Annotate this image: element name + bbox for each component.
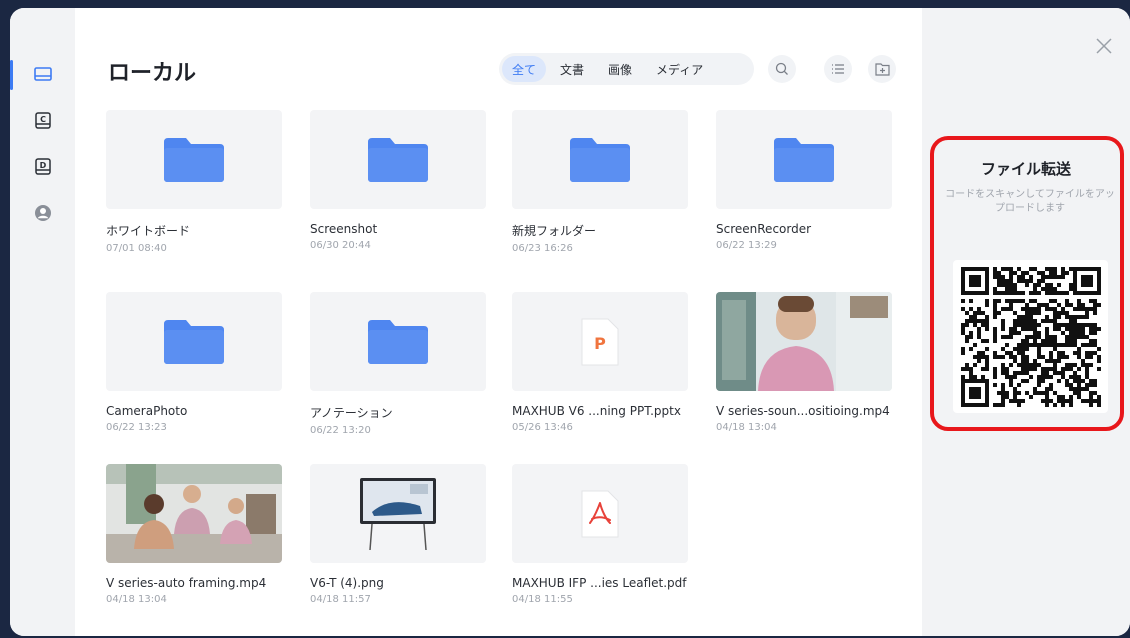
- folder-icon: [164, 319, 224, 364]
- svg-text:D: D: [39, 161, 46, 170]
- folder-icon: [368, 319, 428, 364]
- file-name: V6-T (4).png: [310, 576, 384, 590]
- pptx-file-icon: P: [581, 318, 619, 365]
- file-date: 06/22 13:20: [310, 425, 371, 436]
- file-name: MAXHUB V6 ...ning PPT.pptx: [512, 404, 681, 418]
- file-date: 04/18 11:55: [512, 594, 573, 605]
- sidebar-item-account[interactable]: [10, 190, 75, 236]
- drive-c-icon: C: [34, 112, 51, 129]
- file-card[interactable]: 新規フォルダー 06/23 16:26: [512, 110, 688, 254]
- file-card[interactable]: V series-auto framing.mp4 04/18 13:04: [106, 464, 282, 605]
- file-card[interactable]: ホワイトボード 07/01 08:40: [106, 110, 282, 254]
- folder-icon: [570, 137, 630, 182]
- file-name: ホワイトボード: [106, 224, 191, 238]
- main-content: ローカル 全て 文書 画像 メディア ホワイトボード 07/01 08:40 S…: [75, 8, 977, 636]
- user-icon: [34, 205, 51, 221]
- file-date: 04/18 13:04: [716, 422, 777, 433]
- file-thumbnail: [716, 110, 892, 209]
- search-icon: [775, 62, 788, 75]
- file-card[interactable]: CameraPhoto 06/22 13:23: [106, 292, 282, 433]
- file-thumbnail: [310, 464, 486, 563]
- drive-d-icon: D: [34, 158, 51, 175]
- filter-all[interactable]: 全て: [502, 56, 547, 82]
- transfer-description: コードをスキャンしてファイルをアップロードします: [945, 189, 1115, 214]
- video-thumbnail-meeting: [106, 464, 282, 563]
- sidebar: C D: [10, 8, 75, 636]
- folder-icon: [774, 137, 834, 182]
- file-thumbnail: [310, 110, 486, 209]
- close-icon: [1096, 38, 1112, 54]
- list-view-icon: [832, 64, 844, 74]
- file-name: ScreenRecorder: [716, 222, 812, 236]
- file-thumbnail: [106, 110, 282, 209]
- file-thumbnail: [716, 292, 892, 391]
- new-folder-icon: [874, 63, 890, 76]
- file-name: アノテーション: [310, 406, 393, 420]
- file-card[interactable]: MAXHUB IFP ...ies Leaflet.pdf 04/18 11:5…: [512, 464, 688, 605]
- new-folder-button[interactable]: [868, 55, 896, 83]
- file-card[interactable]: アノテーション 06/22 13:20: [310, 292, 486, 436]
- file-date: 04/18 13:04: [106, 594, 167, 605]
- monitor-icon: [33, 67, 52, 81]
- file-thumbnail: [512, 110, 688, 209]
- qr-code-image: [960, 266, 1101, 407]
- file-thumbnail: [106, 292, 282, 391]
- file-date: 06/22 13:23: [106, 422, 167, 433]
- file-date: 05/26 13:46: [512, 422, 573, 433]
- file-thumbnail: [512, 464, 688, 563]
- file-manager-window: C D ローカル 全て 文書 画像 メディア ホワイトボード 07/01 08:…: [10, 8, 1130, 636]
- qr-code: [953, 260, 1108, 413]
- file-name: V series-auto framing.mp4: [106, 576, 267, 590]
- list-view-button[interactable]: [824, 55, 852, 83]
- file-name: MAXHUB IFP ...ies Leaflet.pdf: [512, 576, 687, 590]
- file-card[interactable]: ScreenRecorder 06/22 13:29: [716, 110, 892, 251]
- file-card[interactable]: P MAXHUB V6 ...ning PPT.pptx 05/26 13:46: [512, 292, 688, 433]
- svg-text:P: P: [594, 334, 606, 353]
- file-thumbnail: P: [512, 292, 688, 391]
- sidebar-item-drive-d[interactable]: D: [10, 144, 75, 190]
- file-date: 06/22 13:29: [716, 240, 777, 251]
- image-thumbnail-display: [310, 464, 486, 563]
- file-card[interactable]: V series-soun...ositioing.mp4 04/18 13:0…: [716, 292, 892, 433]
- file-date: 07/01 08:40: [106, 243, 167, 254]
- close-button[interactable]: [1094, 36, 1114, 56]
- file-card[interactable]: Screenshot 06/30 20:44: [310, 110, 486, 251]
- sidebar-item-drive-c[interactable]: C: [10, 98, 75, 144]
- file-name: 新規フォルダー: [512, 224, 597, 238]
- svg-text:C: C: [40, 115, 46, 124]
- sidebar-item-local[interactable]: [10, 52, 75, 98]
- folder-icon: [368, 137, 428, 182]
- transfer-title: ファイル転送: [980, 160, 1071, 178]
- filter-bar: 全て 文書 画像 メディア: [499, 53, 754, 85]
- video-thumbnail-presenter: [716, 292, 892, 391]
- file-card[interactable]: V6-T (4).png 04/18 11:57: [310, 464, 486, 605]
- filter-documents[interactable]: 文書: [550, 56, 594, 82]
- file-thumbnail: [310, 292, 486, 391]
- file-name: CameraPhoto: [106, 404, 188, 418]
- search-button[interactable]: [768, 55, 796, 83]
- file-date: 06/23 16:26: [512, 243, 573, 254]
- file-date: 04/18 11:57: [310, 594, 371, 605]
- pdf-file-icon: [581, 490, 619, 537]
- file-thumbnail: [106, 464, 282, 563]
- file-name: V series-soun...ositioing.mp4: [716, 404, 890, 418]
- file-name: Screenshot: [310, 222, 378, 236]
- filter-media[interactable]: メディア: [646, 56, 713, 82]
- folder-icon: [164, 137, 224, 182]
- file-transfer-panel: ファイル転送 コードをスキャンしてファイルをアップロードします: [922, 8, 1130, 636]
- page-title: ローカル: [108, 61, 197, 86]
- file-date: 06/30 20:44: [310, 240, 371, 251]
- filter-images[interactable]: 画像: [598, 56, 642, 82]
